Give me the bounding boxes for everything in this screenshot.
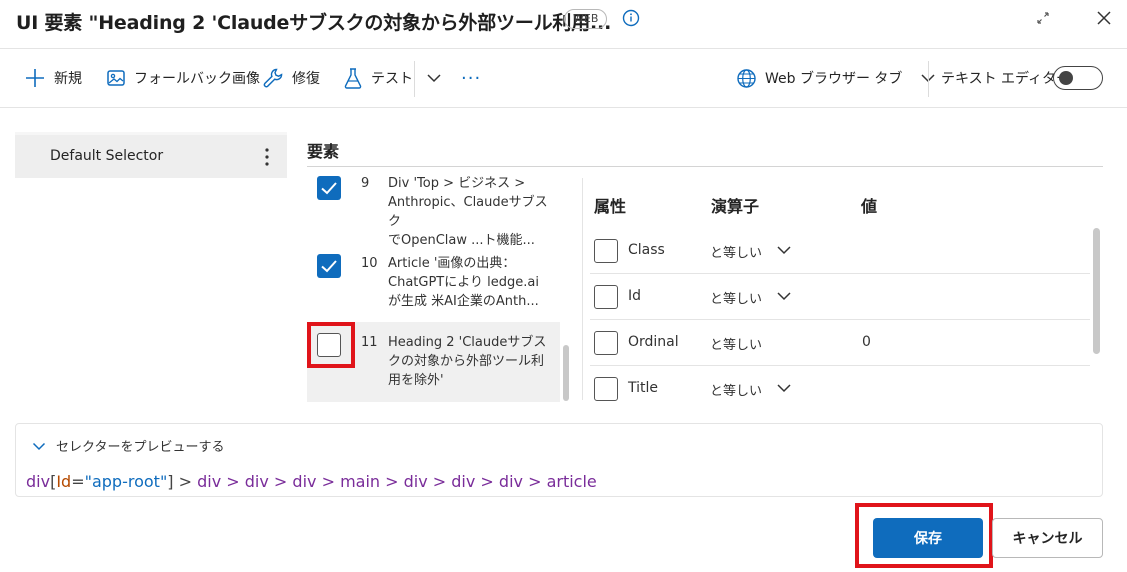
element-index: 9: [361, 176, 370, 191]
elements-divider: [307, 166, 1103, 167]
browser-tab-label: Web ブラウザー タブ: [765, 71, 903, 87]
operator-column-header: 演算子: [711, 197, 760, 216]
element-item[interactable]: 10 Article '画像の出典： ChatGPTにより ledge.ai が…: [307, 248, 560, 320]
chevron-down-icon[interactable]: [776, 244, 792, 256]
checkmark-icon: [321, 260, 337, 273]
attribute-checkbox[interactable]: [594, 239, 618, 263]
attributes-scrollbar[interactable]: [1093, 228, 1100, 354]
fallback-image-button[interactable]: フォールバック画像: [106, 49, 260, 107]
attribute-row: Class と等しい: [590, 228, 1090, 274]
elements-heading: 要素: [307, 142, 340, 161]
selector-root-tag: div: [26, 472, 51, 491]
attribute-row: Ordinal と等しい 0: [590, 320, 1090, 366]
close-icon[interactable]: [1096, 10, 1112, 26]
attribute-name: Class: [628, 242, 665, 258]
selector-tail: div > div > div > main > div > div > div…: [197, 472, 597, 491]
highlight-box: [307, 322, 355, 368]
toolbar-separator: [928, 61, 929, 97]
panel-divider: [582, 178, 583, 400]
value-column-header: 値: [861, 197, 878, 216]
text-editor-label: テキスト エディター: [941, 71, 1071, 87]
text-editor-toggle[interactable]: [1053, 66, 1103, 90]
chevron-down-icon[interactable]: [776, 290, 792, 302]
repair-button[interactable]: 修復: [262, 49, 320, 107]
attribute-name: Id: [628, 288, 642, 304]
wrench-icon: [263, 68, 283, 88]
chevron-down-icon: [32, 442, 46, 450]
expand-icon[interactable]: [1036, 11, 1050, 25]
attribute-checkbox[interactable]: [594, 331, 618, 355]
attribute-row: Title と等しい: [590, 366, 1090, 412]
selector-item-default[interactable]: Default Selector: [15, 132, 287, 178]
selector-attr-name: Id: [56, 472, 72, 491]
save-button[interactable]: 保存: [873, 518, 983, 558]
attribute-row: Id と等しい: [590, 274, 1090, 320]
attribute-name: Title: [628, 380, 659, 396]
toolbar: 新規 フォールバック画像 修復 テスト ··· Web ブラウザー タブ テキス…: [0, 48, 1127, 108]
repair-label: 修復: [292, 71, 320, 87]
chevron-down-icon: [427, 74, 441, 83]
dialog-title: UI 要素 "Heading 2 'Claudeサブスクの対象から外部ツール利用…: [16, 12, 612, 34]
element-index: 10: [361, 256, 378, 271]
cancel-button[interactable]: キャンセル: [992, 518, 1103, 558]
element-text: Div 'Top > ビジネス > Anthropic、Claudeサブスク で…: [388, 176, 548, 248]
element-item[interactable]: 9 Div 'Top > ビジネス > Anthropic、Claudeサブスク…: [307, 172, 560, 248]
element-index: 11: [361, 335, 378, 350]
globe-icon: [737, 68, 756, 88]
more-vertical-icon[interactable]: [261, 146, 273, 168]
flask-icon: [344, 68, 362, 89]
new-label: 新規: [54, 71, 82, 87]
test-dropdown-button[interactable]: [426, 49, 450, 107]
selector-attr-value: "app-root": [84, 472, 168, 491]
selector-label: Default Selector: [50, 148, 164, 164]
web-badge: WEB: [564, 9, 608, 29]
browser-tab-dropdown[interactable]: Web ブラウザー タブ: [736, 49, 944, 107]
attribute-checkbox[interactable]: [594, 285, 618, 309]
test-label: テスト: [371, 71, 413, 87]
checkmark-icon: [321, 182, 337, 195]
toolbar-separator: [414, 61, 415, 97]
title-bar: UI 要素 "Heading 2 'Claudeサブスクの対象から外部ツール利用…: [0, 0, 1127, 46]
selector-path: div[Id="app-root"] > div > div > div > m…: [26, 472, 597, 491]
plus-icon: [26, 69, 44, 87]
element-checkbox-checked[interactable]: [317, 176, 341, 200]
attribute-checkbox[interactable]: [594, 377, 618, 401]
more-options-button[interactable]: ···: [461, 49, 481, 107]
info-icon[interactable]: [622, 9, 640, 27]
image-icon: [107, 70, 125, 86]
operator-dropdown[interactable]: と等しい: [710, 288, 762, 307]
operator-dropdown[interactable]: と等しい: [710, 380, 762, 399]
elements-scrollbar[interactable]: [563, 345, 569, 401]
test-button[interactable]: テスト: [343, 49, 413, 107]
attribute-name: Ordinal: [628, 334, 679, 350]
chevron-down-icon[interactable]: [776, 382, 792, 394]
element-text: Heading 2 'Claudeサブス クの対象から外部ツール利 用を除外': [388, 335, 547, 388]
attribute-value[interactable]: 0: [862, 334, 871, 350]
operator-dropdown[interactable]: と等しい: [710, 334, 762, 353]
new-button[interactable]: 新規: [24, 49, 82, 107]
element-text: Article '画像の出典： ChatGPTにより ledge.ai が生成 …: [388, 256, 539, 309]
element-checkbox-checked[interactable]: [317, 254, 341, 278]
fallback-image-label: フォールバック画像: [134, 71, 260, 87]
operator-dropdown[interactable]: と等しい: [710, 242, 762, 261]
preview-toggle[interactable]: セレクターをプレビューする: [32, 436, 224, 455]
preview-toggle-label: セレクターをプレビューする: [56, 440, 225, 455]
selector-preview-panel: セレクターをプレビューする div[Id="app-root"] > div >…: [15, 423, 1103, 497]
attribute-column-header: 属性: [594, 197, 627, 216]
toggle-knob: [1059, 71, 1073, 85]
